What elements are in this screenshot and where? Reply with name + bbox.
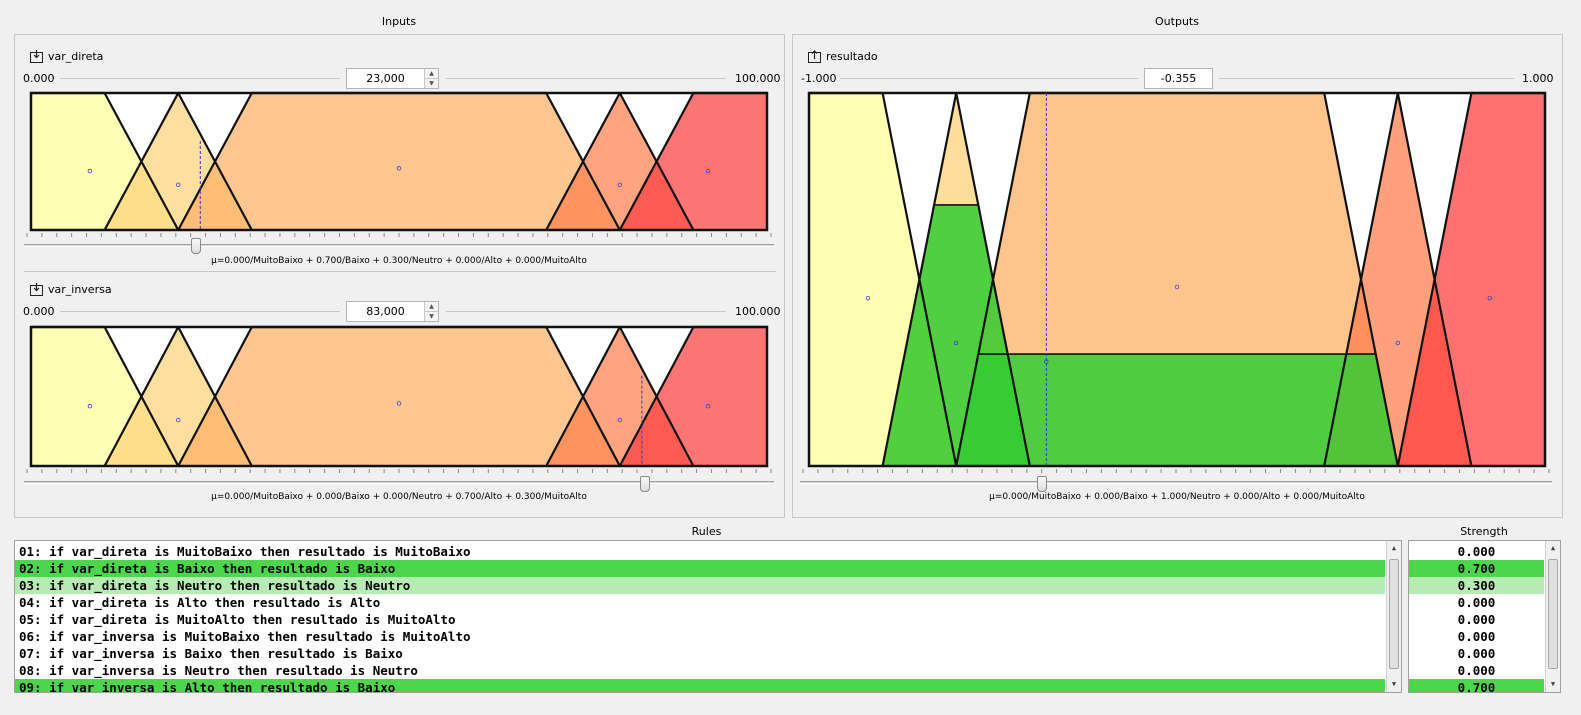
resultado-value: -0.355	[1160, 72, 1197, 85]
resultado-slider-handle	[1036, 476, 1047, 492]
var-direta-slider-handle[interactable]	[191, 238, 202, 254]
var-inversa-max: 100.000	[735, 305, 781, 318]
rule-strength-value: 0.000	[1457, 612, 1496, 627]
rules-list[interactable]: 01: if var_direta is MuitoBaixo then res…	[14, 540, 1402, 693]
export-icon	[808, 50, 821, 63]
var-inversa-value-spinbox[interactable]: 83,000 ▲ ▼	[346, 301, 439, 322]
var-inversa-plot	[29, 325, 769, 468]
rule-row[interactable]: 02: if var_direta is Baixo then resultad…	[15, 560, 1385, 577]
rule-row[interactable]: 06: if var_inversa is MuitoBaixo then re…	[15, 628, 1385, 645]
spin-down-icon[interactable]: ▼	[425, 312, 438, 321]
var-inversa-min: 0.000	[23, 305, 55, 318]
strength-scrollbar[interactable]: ▲ ▼	[1545, 541, 1560, 692]
rule-row[interactable]: 07: if var_inversa is Baixo then resulta…	[15, 645, 1385, 662]
resultado-membership: μ=0.000/MuitoBaixo + 0.000/Baixo + 1.000…	[989, 492, 1365, 502]
resultado-name: resultado	[826, 50, 878, 63]
resultado-header: resultado	[808, 50, 878, 63]
var-direta-header: var_direta	[30, 50, 103, 63]
rule-row[interactable]: 08: if var_inversa is Neutro then result…	[15, 662, 1385, 679]
strength-list[interactable]: 0.000 0.700 0.300 0.000 0.000 0.000 0.000 0.000…	[1408, 540, 1561, 693]
inputs-title: Inputs	[381, 15, 417, 28]
rule-row[interactable]: 04: if var_direta is Alto then resultado…	[15, 594, 1385, 611]
resultado-slider-track	[800, 481, 1552, 484]
outputs-title: Outputs	[1155, 15, 1199, 28]
resultado-plot	[807, 91, 1547, 468]
rule-strength-value: 0.000	[1457, 646, 1496, 661]
var-direta-membership: μ=0.000/MuitoBaixo + 0.700/Baixo + 0.300…	[211, 256, 587, 266]
resultado-value-box: -0.355	[1144, 68, 1213, 89]
scroll-down-icon[interactable]: ▼	[1546, 677, 1560, 692]
strength-title: Strength	[1460, 525, 1508, 538]
var-inversa-membership: μ=0.000/MuitoBaixo + 0.000/Baixo + 0.000…	[211, 492, 587, 502]
spin-down-icon[interactable]: ▼	[425, 79, 438, 88]
rule-strength-value: 0.700	[1409, 560, 1544, 577]
var-direta-max: 100.000	[735, 72, 781, 85]
rule-strength-value: 0.300	[1409, 577, 1544, 594]
rule-strength-value: 0.000	[1457, 595, 1496, 610]
rule-row[interactable]: 09: if var_inversa is Alto then resultad…	[15, 679, 1385, 692]
rule-row[interactable]: 05: if var_direta is MuitoAlto then resu…	[15, 611, 1385, 628]
var-inversa-header: var_inversa	[30, 283, 112, 296]
rules-scrollbar[interactable]: ▲ ▼	[1386, 541, 1401, 692]
var-inversa-slider-track	[24, 481, 774, 484]
var-direta-value: 23,000	[366, 72, 405, 85]
var-inversa-name: var_inversa	[48, 283, 112, 296]
activated-neutro-area	[955, 353, 1399, 467]
var-direta-plot	[29, 91, 769, 232]
rules-scroll-thumb[interactable]	[1389, 559, 1399, 669]
rule-row[interactable]: 03: if var_direta is Neutro then resulta…	[15, 577, 1385, 594]
resultado-max: 1.000	[1522, 72, 1554, 85]
rule-strength-value: 0.000	[1457, 663, 1496, 678]
var-direta-min: 0.000	[23, 72, 55, 85]
rule-strength-value: 0.000	[1457, 629, 1496, 644]
term-neutro-area	[178, 93, 620, 230]
scroll-up-icon[interactable]: ▲	[1546, 541, 1560, 556]
rule-row[interactable]: 01: if var_direta is MuitoBaixo then res…	[15, 543, 1385, 560]
term-neutro-area	[178, 327, 620, 466]
var-inversa-slider-handle[interactable]	[639, 476, 650, 492]
spin-up-icon[interactable]: ▲	[425, 302, 438, 312]
spin-up-icon[interactable]: ▲	[425, 69, 438, 79]
var-direta-name: var_direta	[48, 50, 104, 63]
resultado-min: -1.000	[801, 72, 837, 85]
var-inversa-value: 83,000	[366, 305, 405, 318]
var-direta-value-spinbox[interactable]: 23,000 ▲ ▼	[346, 68, 439, 89]
import-icon	[30, 50, 43, 63]
scroll-down-icon[interactable]: ▼	[1387, 677, 1401, 692]
rules-title: Rules	[691, 525, 722, 538]
scroll-up-icon[interactable]: ▲	[1387, 541, 1401, 556]
rule-strength-value: 0.000	[1457, 544, 1496, 559]
strength-scroll-thumb[interactable]	[1548, 559, 1558, 669]
import-icon	[30, 283, 43, 296]
rule-strength-value: 0.700	[1409, 679, 1544, 692]
var-direta-slider-track	[24, 244, 774, 247]
